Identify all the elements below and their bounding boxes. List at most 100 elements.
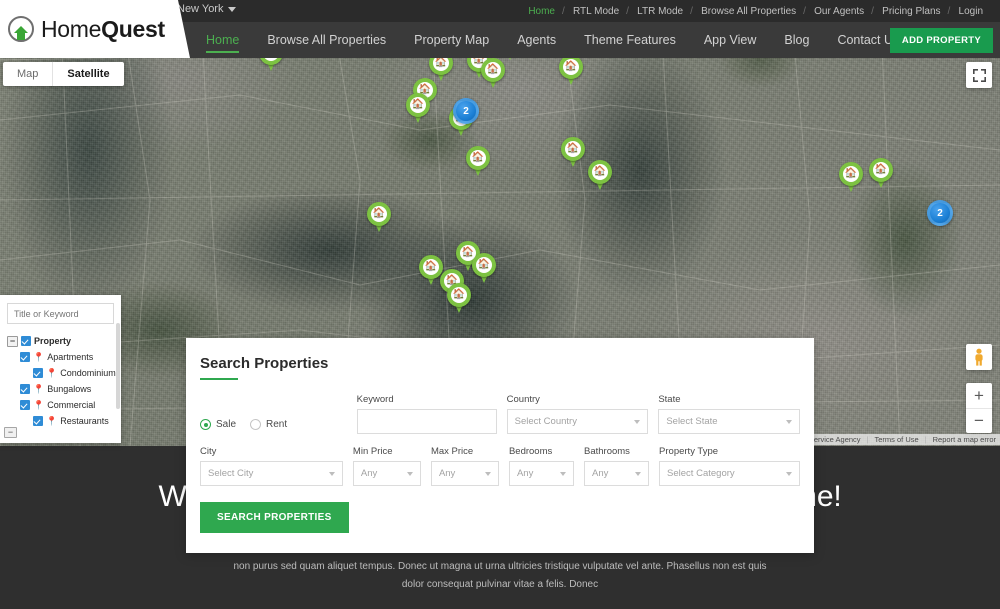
- bedrooms-select[interactable]: Any: [508, 461, 574, 486]
- field-keyword: Keyword: [356, 394, 497, 434]
- city-select[interactable]: Select City: [200, 461, 343, 486]
- map-type-satellite[interactable]: Satellite: [52, 62, 123, 86]
- map-property-marker[interactable]: 🏠: [466, 146, 490, 178]
- property-type-select[interactable]: Select Category: [659, 461, 800, 486]
- field-max-price: Max Price Any: [430, 446, 499, 486]
- house-marker-icon: 🏠: [564, 61, 578, 72]
- primary-navigation: Home Browse All Properties Property Map Age…: [192, 22, 913, 58]
- tree-item-property[interactable]: − Property: [7, 333, 114, 349]
- map-property-marker[interactable]: 🏠: [481, 58, 505, 90]
- topbar-link-ltr-mode[interactable]: LTR Mode: [626, 6, 692, 17]
- location-selector[interactable]: New York: [177, 3, 237, 15]
- tree-item-label: Commercial: [47, 400, 96, 410]
- field-city: City Select City: [200, 446, 343, 486]
- keyword-input[interactable]: [356, 409, 497, 434]
- panel-collapse-button[interactable]: −: [4, 427, 17, 438]
- field-country: Country Select Country: [506, 394, 649, 434]
- label-keyword: Keyword: [356, 394, 394, 405]
- tree-item-restaurants[interactable]: 📍 Restaurants: [7, 413, 114, 429]
- house-marker-icon: 🏠: [566, 143, 580, 154]
- tree-toggle-icon[interactable]: −: [7, 335, 18, 347]
- listing-type-radio-group[interactable]: Sale Rent: [200, 419, 347, 434]
- radio-sale[interactable]: Sale: [200, 419, 236, 430]
- street-view-pegman-icon: [975, 348, 983, 366]
- map-filter-panel[interactable]: −Property📍Apartments📍Condominium📍Bungalo…: [0, 295, 121, 443]
- topbar-link-browse-all-properties[interactable]: Browse All Properties: [690, 6, 805, 17]
- tree-item-condominium[interactable]: 📍 Condominium: [7, 365, 116, 381]
- bathrooms-select-value: Any: [592, 468, 609, 479]
- country-select[interactable]: Select Country: [506, 409, 649, 434]
- map-property-marker[interactable]: 🏠: [869, 158, 893, 190]
- house-marker-icon: 🏠: [477, 259, 491, 270]
- category-tree-scrollbar[interactable]: [116, 323, 120, 409]
- tree-item-commercial[interactable]: 📍 Commercial: [7, 397, 114, 413]
- tree-item-apartments[interactable]: 📍 Apartments: [7, 349, 114, 365]
- tree-item-label: Apartments: [47, 352, 94, 362]
- map-property-marker[interactable]: 🏠: [406, 93, 430, 125]
- location-label: New York: [177, 3, 224, 15]
- map-zoom-control[interactable]: + −: [966, 383, 992, 433]
- map-property-marker[interactable]: 🏠: [559, 55, 583, 87]
- search-card-title: Search Properties: [200, 355, 329, 372]
- street-view-button[interactable]: [966, 344, 992, 370]
- max-price-select[interactable]: Any: [430, 461, 499, 486]
- map-type-control[interactable]: Map Satellite: [3, 62, 124, 86]
- logo-text-light: Home: [41, 15, 102, 42]
- min-price-select-value: Any: [360, 468, 378, 479]
- nav-item-browse-all-properties[interactable]: Browse All Properties: [253, 22, 400, 58]
- map-property-marker[interactable]: 🏠: [367, 202, 391, 234]
- nav-item-home[interactable]: Home: [192, 22, 253, 58]
- chevron-down-icon: [328, 471, 335, 476]
- house-marker-icon: 🏠: [486, 64, 500, 75]
- nav-item-blog[interactable]: Blog: [770, 22, 823, 58]
- tree-checkbox[interactable]: [33, 368, 43, 378]
- logo[interactable]: HomeQuest: [0, 0, 190, 58]
- topbar-link-our-agents[interactable]: Our Agents: [803, 6, 873, 17]
- house-marker-icon: 🏠: [874, 164, 888, 175]
- tree-checkbox[interactable]: [20, 352, 30, 362]
- search-row-1: Sale Rent Keyword Country Select Country: [200, 394, 801, 434]
- map-property-marker[interactable]: 🏠: [447, 283, 471, 315]
- topbar-link-login[interactable]: Login: [948, 6, 992, 17]
- min-price-select[interactable]: Any: [352, 461, 421, 486]
- nav-item-property-map[interactable]: Property Map: [400, 22, 503, 58]
- map-pin-icon: 📍: [46, 416, 58, 426]
- filter-keyword-input[interactable]: [7, 303, 114, 324]
- map-property-marker[interactable]: 🏠: [588, 160, 612, 192]
- field-state: State Select State: [658, 394, 801, 434]
- nav-item-theme-features[interactable]: Theme Features: [570, 22, 690, 58]
- title-underline: [200, 378, 238, 380]
- zoom-in-button[interactable]: +: [966, 383, 992, 408]
- topbar-link-pricing-plans[interactable]: Pricing Plans: [871, 6, 949, 17]
- tree-checkbox[interactable]: [21, 336, 31, 346]
- map-type-map[interactable]: Map: [3, 62, 52, 86]
- map-cluster-marker[interactable]: 2: [453, 98, 479, 124]
- chevron-down-icon: [634, 419, 641, 424]
- nav-item-agents[interactable]: Agents: [503, 22, 570, 58]
- state-select[interactable]: Select State: [658, 409, 801, 434]
- topbar-link-list: HomeRTL ModeLTR ModeBrowse All Propertie…: [519, 0, 992, 22]
- tree-item-bungalows[interactable]: 📍 Bungalows: [7, 381, 114, 397]
- nav-item-app-view[interactable]: App View: [690, 22, 771, 58]
- map-report-error-link[interactable]: Report a map error: [933, 435, 996, 444]
- label-state: State: [658, 394, 681, 405]
- bathrooms-select[interactable]: Any: [584, 461, 650, 486]
- tree-checkbox[interactable]: [20, 400, 30, 410]
- radio-rent[interactable]: Rent: [250, 419, 287, 430]
- tree-checkbox[interactable]: [33, 416, 43, 426]
- tree-item-label: Condominium: [60, 368, 116, 378]
- chevron-down-icon: [484, 471, 491, 476]
- zoom-out-button[interactable]: −: [966, 408, 992, 433]
- add-property-button[interactable]: ADD PROPERTY: [889, 28, 993, 53]
- tree-checkbox[interactable]: [20, 384, 30, 394]
- map-property-marker[interactable]: 🏠: [561, 137, 585, 169]
- map-property-marker[interactable]: 🏠: [839, 162, 863, 194]
- label-max-price: Max Price: [430, 446, 474, 457]
- fullscreen-button[interactable]: [966, 62, 992, 88]
- map-terms-of-use-link[interactable]: Terms of Use: [875, 435, 919, 444]
- search-properties-button[interactable]: SEARCH PROPERTIES: [200, 502, 349, 533]
- map-property-marker[interactable]: 🏠: [472, 253, 496, 285]
- topbar-link-home[interactable]: Home: [519, 6, 564, 17]
- topbar-link-rtl-mode[interactable]: RTL Mode: [562, 6, 628, 17]
- map-cluster-marker[interactable]: 2: [927, 200, 953, 226]
